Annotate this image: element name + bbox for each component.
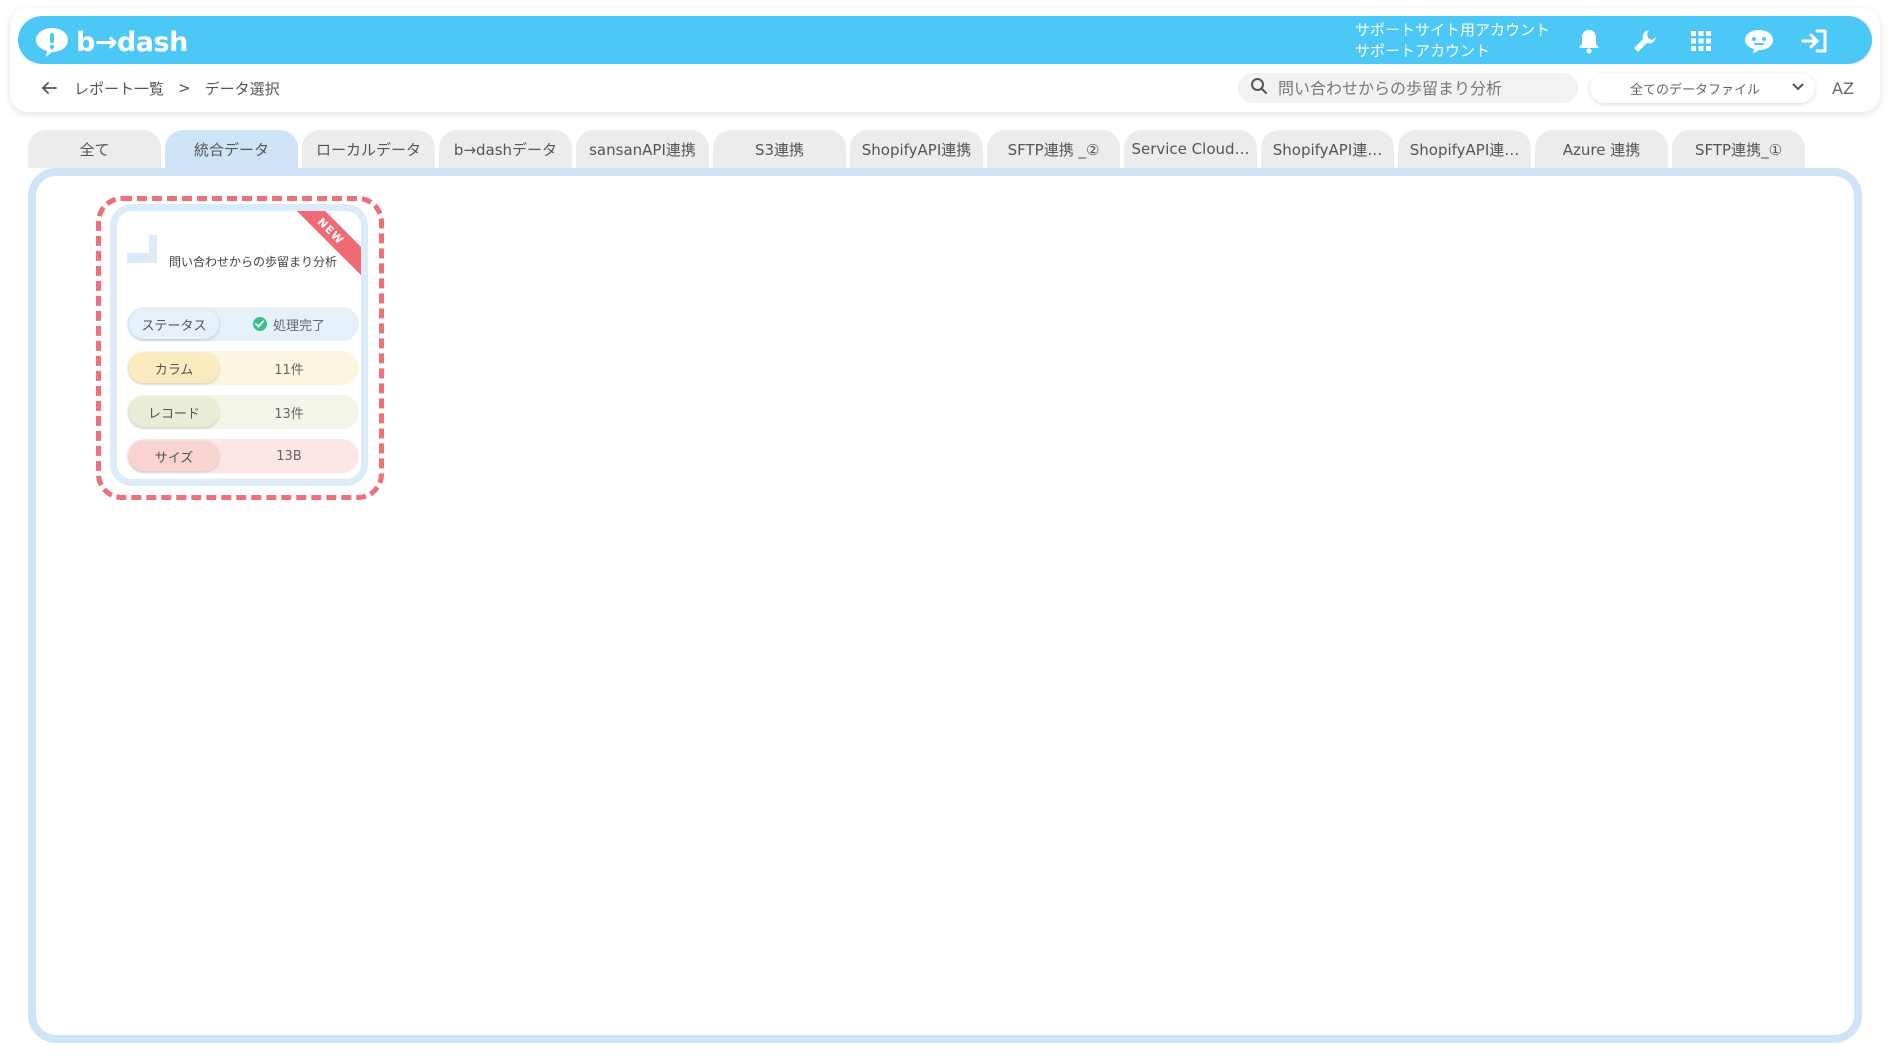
check-circle-icon [252, 317, 267, 331]
size-label: サイズ [129, 441, 219, 471]
logout-icon[interactable] [1798, 24, 1832, 58]
column-value: 11件 [274, 362, 304, 378]
card-title: 問い合わせからの歩留まり分析 [169, 255, 338, 269]
back-arrow-icon[interactable] [38, 78, 60, 98]
grid-icon[interactable] [1684, 24, 1718, 58]
account-name: サポートサイト用アカウント [1355, 21, 1551, 39]
tab-integrated-data[interactable]: 統合データ [165, 130, 298, 168]
chevron-down-icon [1791, 81, 1805, 96]
logo[interactable]: b→dash [34, 24, 188, 60]
tab-sftp-2[interactable]: SFTP連携 _② [987, 130, 1120, 168]
size-row: サイズ 13B [127, 439, 359, 473]
breadcrumb: レポート一覧 > データ選択 [38, 76, 280, 100]
column-label: カラム [129, 353, 219, 383]
tab-sftp-1[interactable]: SFTP連携_① [1672, 130, 1805, 168]
tab-azure[interactable]: Azure 連携 [1535, 130, 1668, 168]
account-info[interactable]: サポートサイト用アカウント サポートアカウント [1355, 20, 1550, 62]
search-icon [1250, 77, 1268, 99]
record-value: 13件 [274, 406, 304, 422]
size-value: 13B [276, 448, 302, 464]
tab-service-cloud[interactable]: Service Cloud… [1124, 130, 1257, 168]
sort-az-button[interactable]: AZ [1830, 76, 1856, 100]
search-box[interactable] [1238, 73, 1578, 103]
search-input[interactable] [1278, 78, 1558, 98]
file-icon [123, 233, 161, 267]
tab-shopify-api-3[interactable]: ShopifyAPI連… [1398, 130, 1531, 168]
tab-local-data[interactable]: ローカルデータ [302, 130, 435, 168]
data-file-card[interactable]: NEW 問い合わせからの歩留まり分析 ステータス 処理完了 カラム 11件 レコ… [110, 204, 368, 486]
record-label: レコード [129, 397, 219, 427]
status-row: ステータス 処理完了 [127, 307, 359, 341]
logo-icon [34, 26, 70, 58]
tab-shopify-api[interactable]: ShopifyAPI連携 [850, 130, 983, 168]
account-user: サポートアカウント [1355, 42, 1491, 60]
tab-s3[interactable]: S3連携 [713, 130, 846, 168]
chat-bot-icon[interactable] [1742, 24, 1776, 58]
data-tabs: 全て 統合データ ローカルデータ b→dashデータ sansanAPI連携 S… [28, 130, 1805, 168]
bell-icon[interactable] [1572, 24, 1606, 58]
filter-selected-value: 全てのデータファイル [1630, 82, 1761, 98]
breadcrumb-report-list[interactable]: レポート一覧 [74, 78, 164, 99]
tab-sansan-api[interactable]: sansanAPI連携 [576, 130, 709, 168]
tab-all[interactable]: 全て [28, 130, 161, 168]
breadcrumb-data-select: データ選択 [204, 79, 280, 98]
record-row: レコード 13件 [127, 395, 359, 429]
wrench-icon[interactable] [1628, 24, 1662, 58]
sort-icon: AZ [1832, 78, 1854, 98]
column-row: カラム 11件 [127, 351, 359, 385]
status-value-wrap: 処理完了 [219, 315, 359, 334]
breadcrumb-separator: > [178, 79, 191, 97]
tab-bdash-data[interactable]: b→dashデータ [439, 130, 572, 168]
data-file-filter-select[interactable]: 全てのデータファイル [1590, 73, 1815, 103]
tab-shopify-api-2[interactable]: ShopifyAPI連… [1261, 130, 1394, 168]
status-value: 処理完了 [272, 318, 325, 334]
logo-text: b→dash [76, 26, 188, 58]
status-label: ステータス [129, 309, 219, 339]
